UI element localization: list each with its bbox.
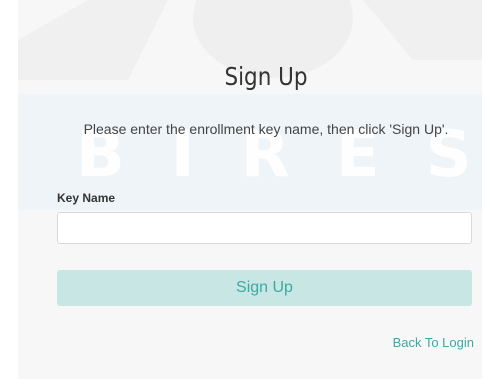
sign-up-button[interactable]: Sign Up (57, 270, 472, 306)
page: BIRES Sign Up Please enter the enrollmen… (0, 0, 482, 379)
signup-form-container: Sign Up Please enter the enrollment key … (18, 0, 482, 379)
page-title: Sign Up (224, 62, 308, 91)
key-name-label: Key Name (57, 191, 116, 205)
back-to-login-link[interactable]: Back To Login (393, 335, 474, 350)
instructions-text: Please enter the enrollment key name, th… (83, 121, 449, 137)
key-name-input[interactable] (57, 212, 472, 244)
